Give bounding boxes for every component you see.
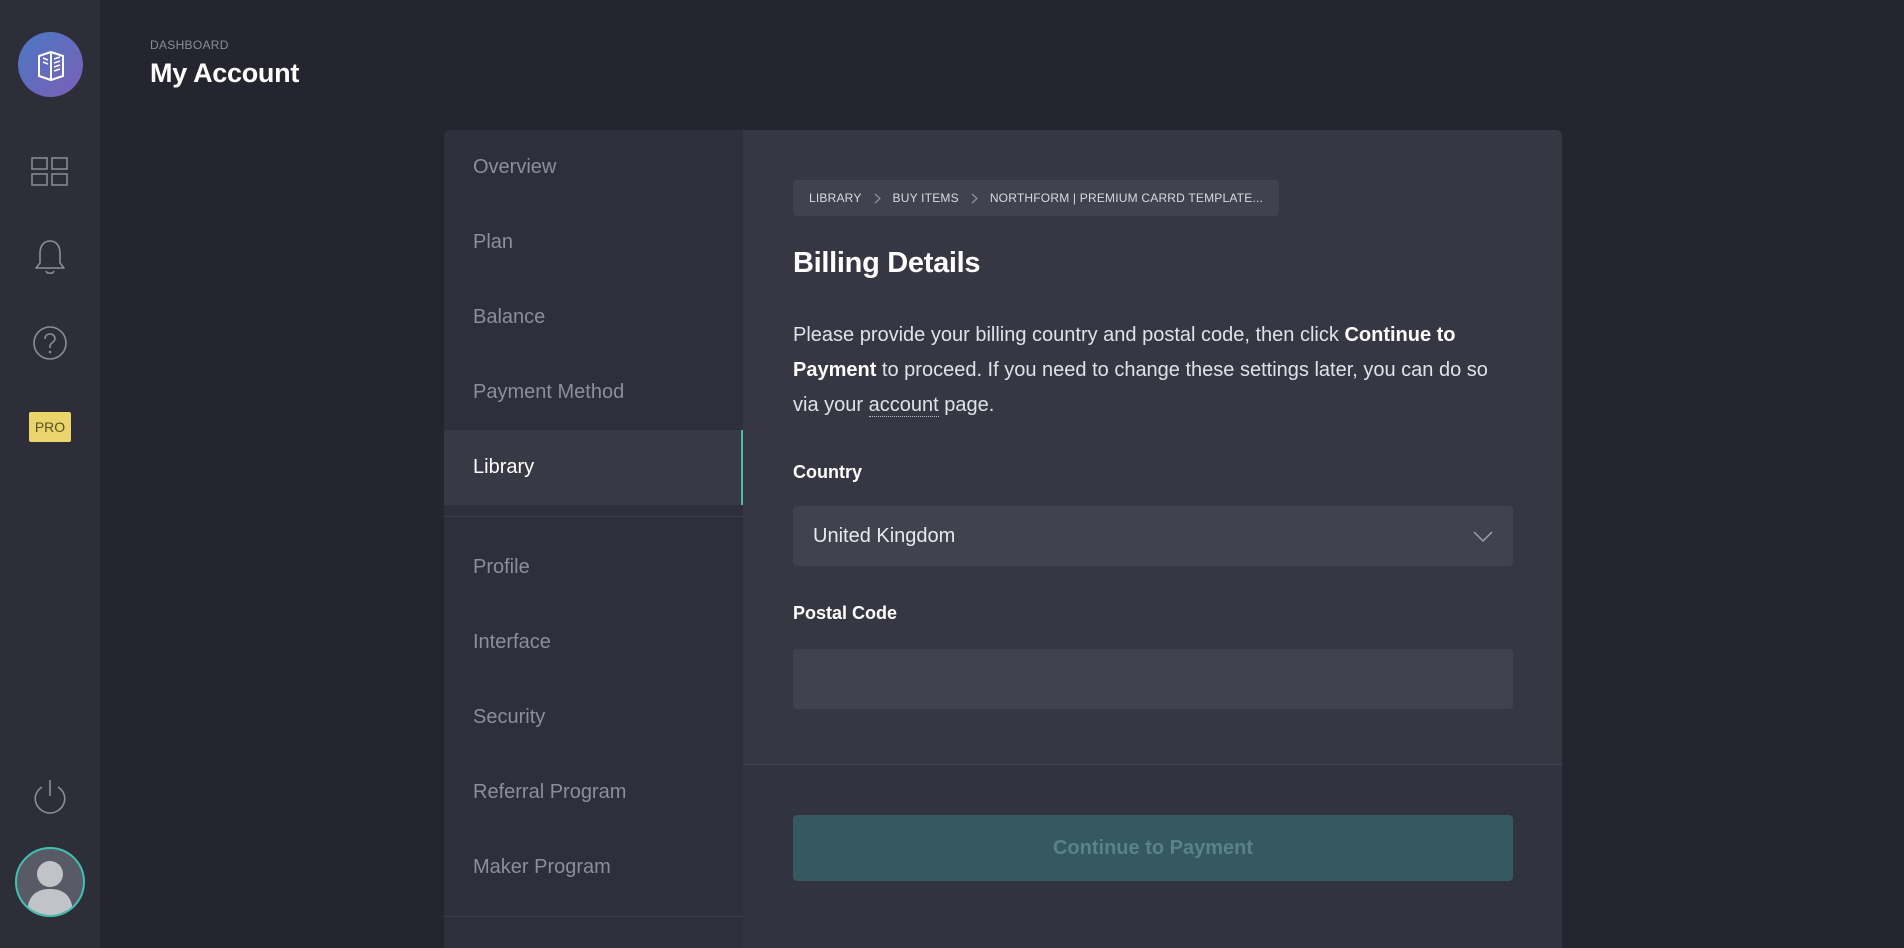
country-label: Country xyxy=(793,462,862,482)
page-title: My Account xyxy=(150,58,300,88)
country-select-value: United Kingdom xyxy=(813,524,956,547)
nav-item-plan[interactable]: Plan xyxy=(444,205,743,280)
account-card: Overview Plan Balance Payment Method Lib… xyxy=(444,130,1562,948)
continue-to-payment-button[interactable]: Continue to Payment xyxy=(793,815,1513,881)
nav-divider xyxy=(444,516,743,517)
chevron-down-icon xyxy=(1473,526,1493,549)
breadcrumb-buy-items[interactable]: BUY ITEMS xyxy=(893,191,959,205)
book-logo-icon xyxy=(37,50,64,81)
power-icon xyxy=(34,780,66,814)
nav-item-overview[interactable]: Overview xyxy=(444,130,743,205)
chevron-right-icon xyxy=(874,192,881,204)
nav-item-referral-program[interactable]: Referral Program xyxy=(444,755,743,830)
account-nav: Overview Plan Balance Payment Method Lib… xyxy=(444,130,743,948)
nav-divider-bottom xyxy=(444,916,743,917)
nav-item-maker-program[interactable]: Maker Program xyxy=(444,830,743,905)
left-rail: PRO xyxy=(0,0,100,948)
help-icon xyxy=(33,326,67,360)
pro-badge[interactable]: PRO xyxy=(29,412,71,442)
rail-notifications-button[interactable] xyxy=(0,227,100,287)
nav-item-library[interactable]: Library xyxy=(444,430,743,505)
billing-description: Please provide your billing country and … xyxy=(793,324,1488,417)
user-avatar[interactable] xyxy=(15,847,85,917)
nav-item-security[interactable]: Security xyxy=(444,680,743,755)
bell-icon xyxy=(35,240,65,275)
app-logo[interactable] xyxy=(18,32,83,97)
rail-logout-button[interactable] xyxy=(0,767,100,827)
postal-code-input[interactable] xyxy=(793,649,1513,709)
user-avatar-icon xyxy=(27,861,73,915)
rail-dashboard-button[interactable] xyxy=(0,142,100,202)
chevron-right-icon xyxy=(971,192,978,204)
account-link[interactable]: account xyxy=(868,394,939,417)
dashboard-grid-icon xyxy=(31,157,68,186)
nav-item-balance[interactable]: Balance xyxy=(444,280,743,355)
billing-footer: Continue to Payment xyxy=(743,765,1562,948)
nav-item-payment-method[interactable]: Payment Method xyxy=(444,355,743,430)
postal-code-label: Postal Code xyxy=(793,603,898,623)
nav-item-interface[interactable]: Interface xyxy=(444,605,743,680)
country-select[interactable]: United Kingdom xyxy=(793,506,1513,566)
billing-panel: LIBRARY BUY ITEMS NORTHFORM | PREMIUM CA… xyxy=(743,130,1562,948)
breadcrumb-item[interactable]: NORTHFORM | PREMIUM CARRD TEMPLATE... xyxy=(990,191,1263,205)
billing-title: Billing Details xyxy=(793,247,981,279)
breadcrumb-library[interactable]: LIBRARY xyxy=(809,191,862,205)
rail-help-button[interactable] xyxy=(0,313,100,373)
nav-item-profile[interactable]: Profile xyxy=(444,530,743,605)
billing-breadcrumb: LIBRARY BUY ITEMS NORTHFORM | PREMIUM CA… xyxy=(793,180,1280,216)
header-breadcrumb[interactable]: DASHBOARD xyxy=(150,38,229,52)
